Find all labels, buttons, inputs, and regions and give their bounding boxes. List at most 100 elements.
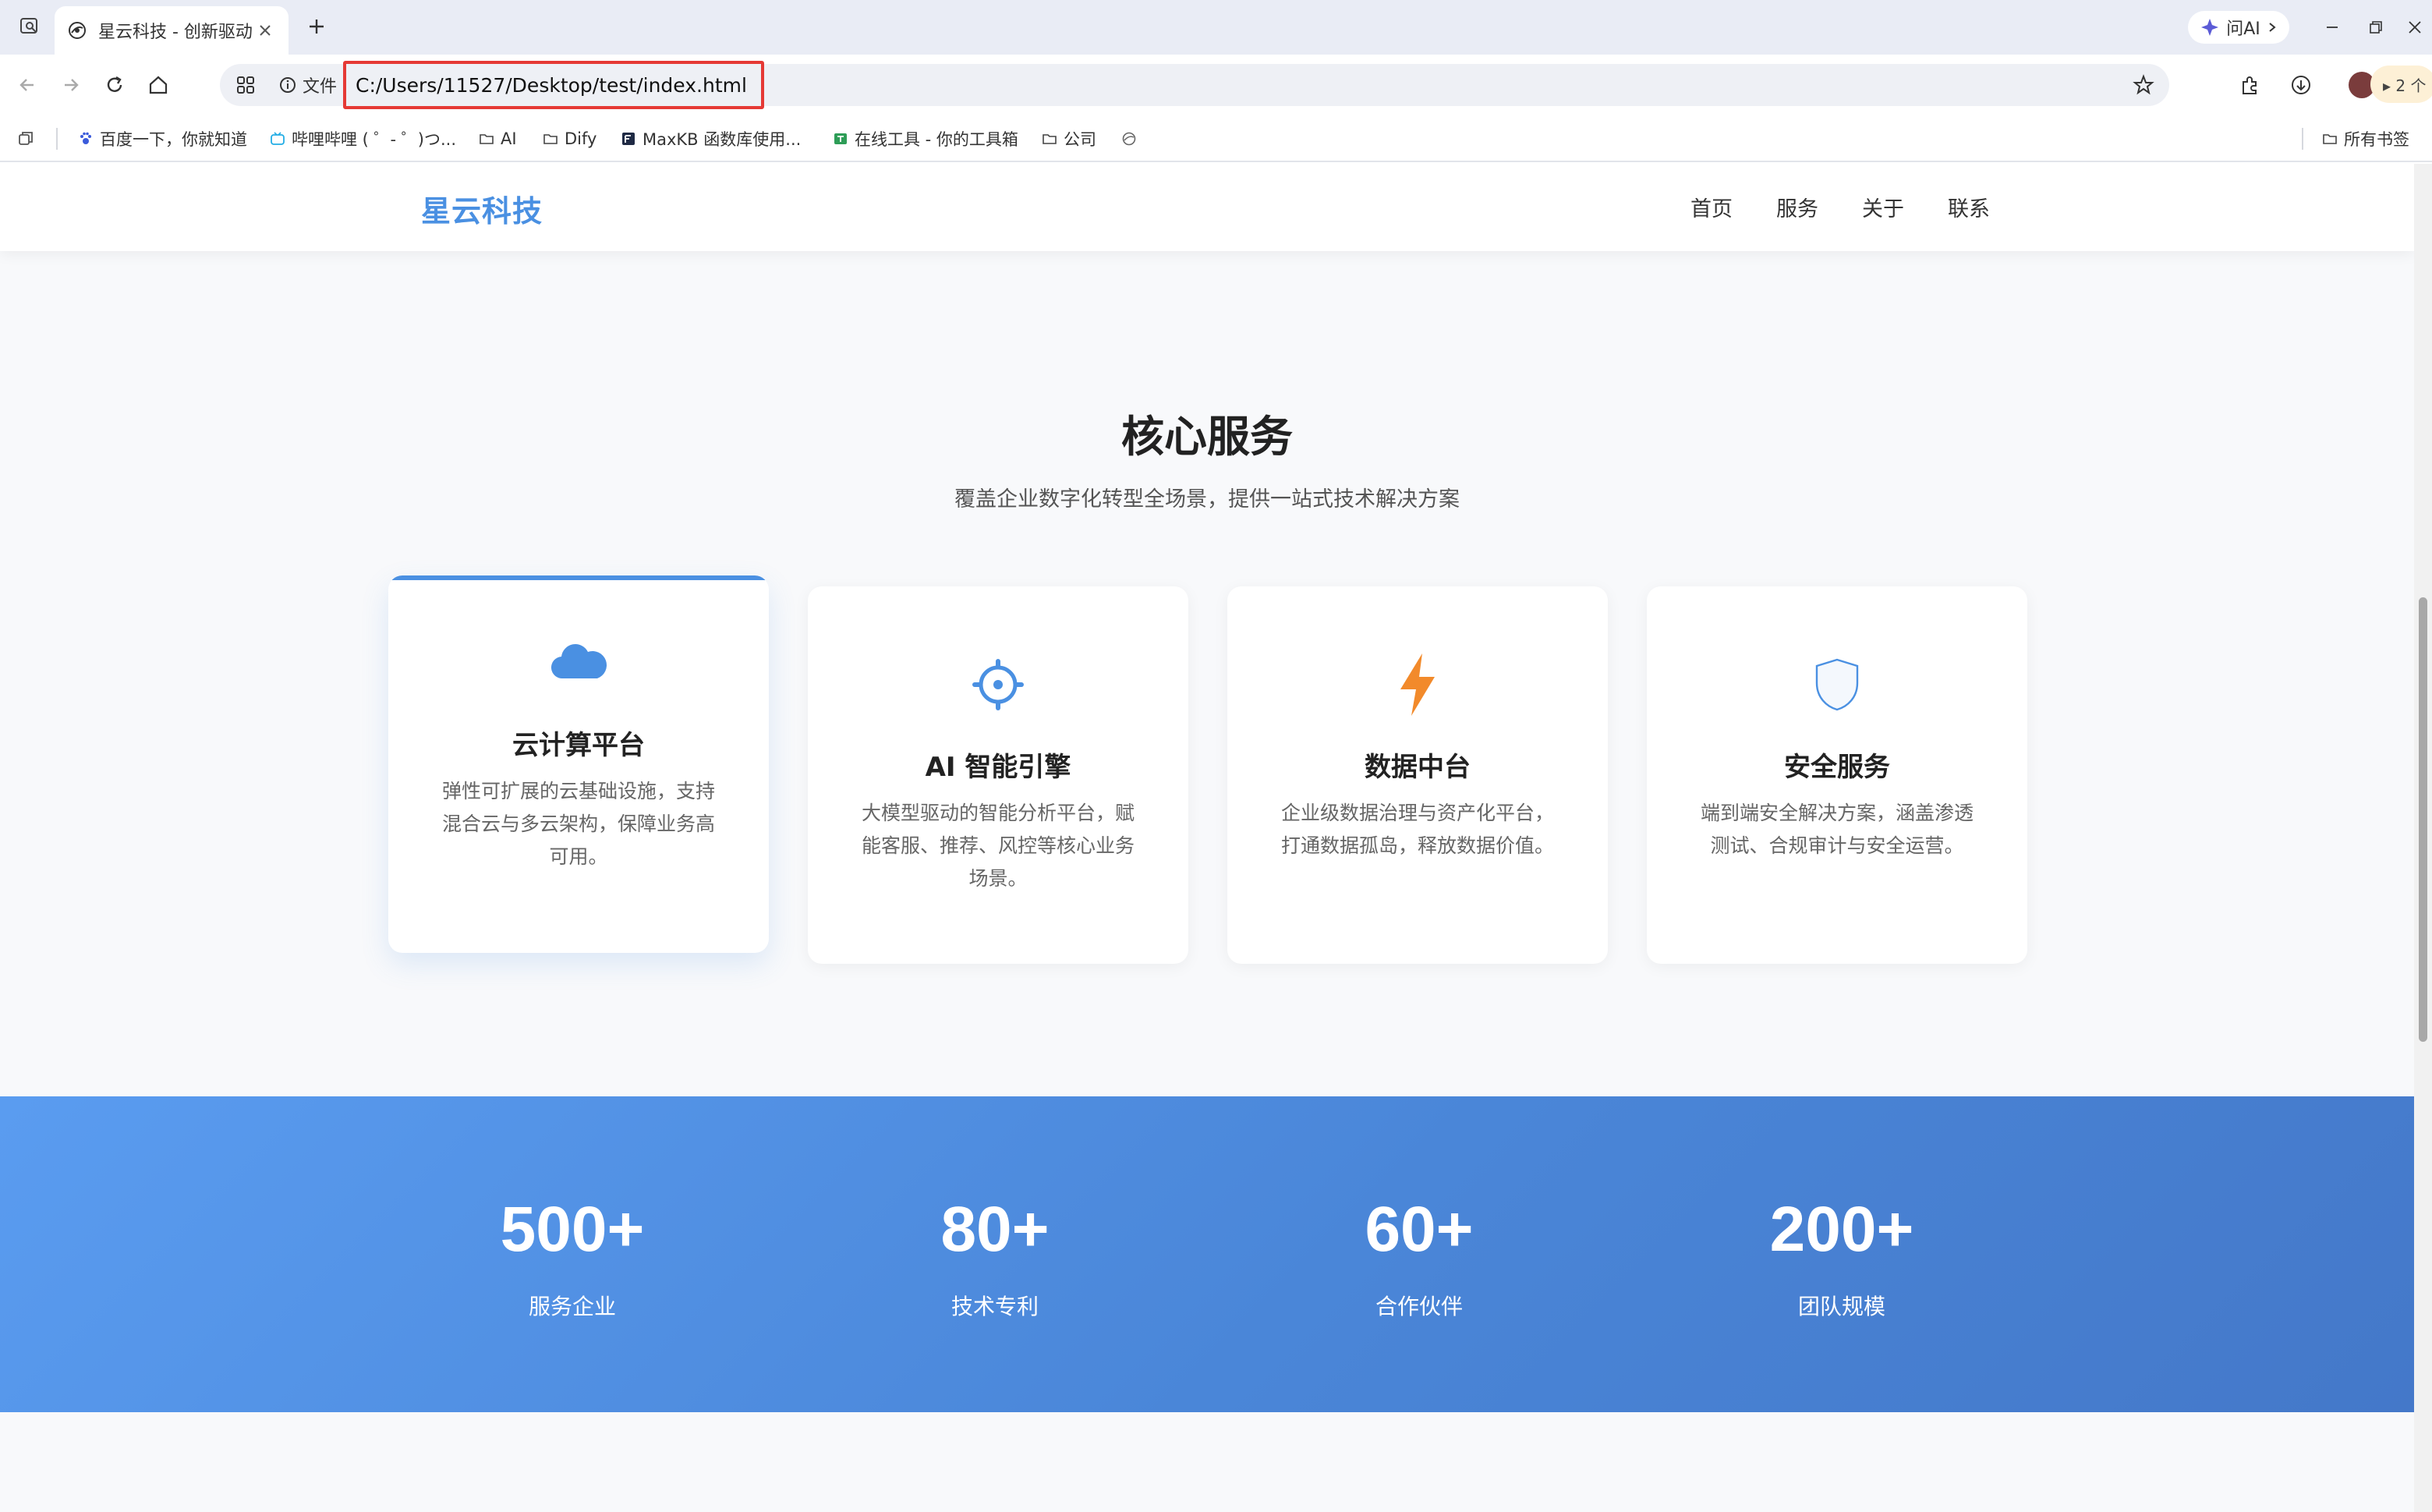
stat-patents: 80+ 技术专利 (839, 1195, 1151, 1321)
nav-link-home[interactable]: 首页 (1690, 192, 1733, 222)
stat-label: 团队规模 (1797, 1294, 1885, 1319)
back-icon[interactable] (11, 69, 44, 101)
card-title: 数据中台 (1365, 752, 1471, 783)
site-logo[interactable]: 星云科技 (421, 187, 543, 230)
stat-label: 服务企业 (528, 1294, 616, 1319)
file-chip-label: 文件 (303, 77, 338, 97)
extensions-icon[interactable] (2233, 69, 2266, 101)
site-info: 文件 (235, 64, 337, 106)
bookmark-label: MaxKB 函数库使用... (643, 130, 802, 149)
bookmark-folder-ai[interactable]: AI (479, 125, 517, 153)
stat-partners: 60+ 合作伙伴 (1263, 1195, 1575, 1321)
card-title: AI 智能引擎 (925, 752, 1071, 783)
stat-clients: 500+ 服务企业 (416, 1195, 728, 1321)
bookmark-globe-icon[interactable] (1121, 125, 1137, 153)
toolbox-icon (833, 131, 848, 147)
bookmark-label: 百度一下，你就知道 (100, 130, 247, 149)
page-scrollbar[interactable] (2414, 164, 2432, 1512)
ai-sparkle-icon (2201, 19, 2219, 36)
bookmarks-divider (56, 128, 58, 150)
tab-close-icon[interactable] (254, 19, 276, 41)
service-card-data[interactable]: 数据中台 企业级数据治理与资产化平台，打通数据孤岛，释放数据价值。 (1227, 586, 1608, 964)
url-text[interactable]: C:/Users/11527/Desktop/test/index.html (343, 61, 764, 109)
ask-ai-label: 问AI (2226, 19, 2260, 39)
forward-icon[interactable] (55, 69, 87, 101)
folder-icon (2322, 131, 2338, 147)
lightning-icon (1227, 653, 1608, 716)
bookmark-bilibili[interactable]: 哔哩哔哩 ( ゜- ゜)つ... (270, 125, 456, 153)
card-title: 云计算平台 (512, 730, 645, 761)
card-description: 大模型驱动的智能分析平台，赋能客服、推荐、风控等核心业务场景。 (861, 802, 1135, 890)
browser-titlebar: 星云科技 - 创新驱动 问AI (0, 0, 2432, 55)
bookmark-label: 在线工具 - 你的工具箱 (855, 130, 1018, 149)
tab-search-icon[interactable] (16, 12, 44, 41)
info-icon (280, 77, 296, 93)
bookmark-label: AI (501, 129, 517, 148)
browser-tab-active[interactable]: 星云科技 - 创新驱动 (55, 6, 289, 55)
tv-icon (270, 131, 285, 147)
service-card-security[interactable]: 安全服务 端到端安全解决方案，涵盖渗透测试、合规审计与安全运营。 (1647, 586, 2027, 964)
apps-icon[interactable] (235, 75, 256, 95)
stats-section: 500+ 服务企业 80+ 技术专利 60+ 合作伙伴 200+ 团队规模 (0, 1096, 2414, 1412)
browser-toolbar: 文件 C:/Users/11527/Desktop/test/index.htm… (0, 55, 2432, 115)
bookmark-maxkb[interactable]: MaxKB 函数库使用... (621, 125, 801, 153)
folder-icon (543, 131, 558, 147)
address-bar[interactable]: 文件 C:/Users/11527/Desktop/test/index.htm… (220, 61, 2169, 109)
doc-icon (621, 131, 636, 147)
bookmark-folder-company[interactable]: 公司 (1042, 125, 1096, 153)
nav-link-services[interactable]: 服务 (1776, 192, 1818, 222)
paw-icon (78, 131, 94, 147)
section-subtitle: 覆盖企业数字化转型全场景，提供一站式技术解决方案 (954, 487, 1460, 512)
download-icon[interactable] (2285, 69, 2317, 101)
bookmark-baidu[interactable]: 百度一下，你就知道 (78, 125, 247, 153)
nav-link-about[interactable]: 关于 (1862, 192, 1904, 222)
ask-ai-button[interactable]: 问AI (2188, 11, 2289, 44)
bookmark-folder-dify[interactable]: Dify (543, 125, 596, 153)
nav-link-contact[interactable]: 联系 (1948, 192, 1990, 222)
stat-value: 500+ (500, 1194, 645, 1265)
section-title: 核心服务 (1120, 412, 1293, 462)
bookmark-label: 公司 (1064, 130, 1096, 149)
minimize-icon[interactable] (2319, 14, 2345, 41)
card-description: 弹性可扩展的云基础设施，支持混合云与多云架构，保障业务高可用。 (441, 780, 715, 868)
gear-icon (808, 653, 1188, 716)
chevron-right-icon (2269, 23, 2276, 32)
home-icon[interactable] (142, 69, 175, 101)
scrollbar-thumb[interactable] (2419, 597, 2427, 1042)
bookmark-star-icon[interactable] (2129, 70, 2158, 100)
new-tab-button[interactable] (303, 12, 331, 41)
bookmarks-divider (2302, 128, 2303, 150)
profile-badge[interactable]: ▸ 2 个 (2370, 66, 2432, 103)
bookmark-label: 哔哩哔哩 ( ゜- ゜)つ... (292, 130, 457, 149)
all-bookmarks-label: 所有书签 (2344, 130, 2409, 149)
tab-title: 星云科技 - 创新驱动 (98, 23, 253, 42)
stat-label: 技术专利 (950, 1294, 1039, 1319)
site-favicon-icon (67, 20, 87, 41)
tab-groups-icon[interactable] (17, 125, 34, 153)
site-nav: 首页 服务 关于 联系 (1690, 192, 1990, 222)
card-description: 企业级数据治理与资产化平台，打通数据孤岛，释放数据价值。 (1280, 802, 1554, 857)
bookmark-online-tools[interactable]: 在线工具 - 你的工具箱 (833, 125, 1018, 153)
folder-icon (479, 131, 494, 147)
cloud-icon (388, 632, 769, 694)
close-window-icon[interactable] (2402, 14, 2428, 41)
stat-label: 合作伙伴 (1375, 1294, 1463, 1319)
folder-icon (1042, 131, 1057, 147)
site-header: 星云科技 首页 服务 关于 联系 (0, 164, 2414, 251)
stat-team: 200+ 团队规模 (1686, 1195, 1998, 1321)
card-title: 安全服务 (1784, 752, 1890, 783)
stat-value: 80+ (940, 1194, 1050, 1265)
bookmark-label: Dify (565, 129, 597, 148)
service-card-ai[interactable]: AI 智能引擎 大模型驱动的智能分析平台，赋能客服、推荐、风控等核心业务场景。 (808, 586, 1188, 964)
page-viewport: 星云科技 首页 服务 关于 联系 核心服务 覆盖企业数字化转型全场景，提供一站式… (0, 164, 2414, 1512)
all-bookmarks-button[interactable]: 所有书签 (2322, 125, 2409, 153)
shield-icon (1647, 653, 2027, 716)
stat-value: 200+ (1769, 1194, 1914, 1265)
card-description: 端到端安全解决方案，涵盖渗透测试、合规审计与安全运营。 (1700, 802, 1974, 857)
reload-icon[interactable] (98, 69, 131, 101)
stat-value: 60+ (1365, 1194, 1474, 1265)
file-info-chip[interactable]: 文件 (279, 73, 337, 97)
restore-icon[interactable] (2363, 14, 2389, 41)
service-card-cloud[interactable]: 云计算平台 弹性可扩展的云基础设施，支持混合云与多云架构，保障业务高可用。 (388, 575, 769, 953)
bookmarks-bar: 百度一下，你就知道 哔哩哔哩 ( ゜- ゜)つ... AI Dify MaxKB… (0, 115, 2432, 162)
